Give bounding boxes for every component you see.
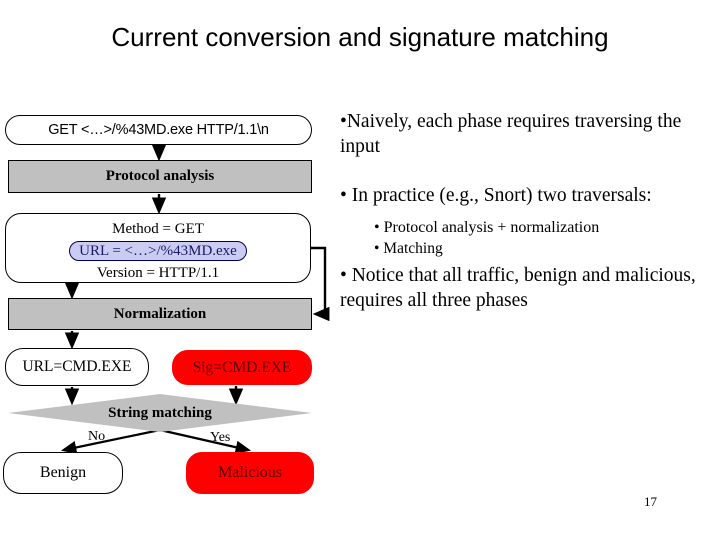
normalized-url-text: URL=CMD.EXE <box>22 358 132 376</box>
normalization-stage: Normalization <box>8 298 312 330</box>
notes-spacer-2 <box>340 209 714 218</box>
malicious-outcome-node: Malicious <box>186 452 314 494</box>
field-url-highlight: URL = <…>/%43MD.exe <box>69 240 247 261</box>
branch-label-yes: Yes <box>210 430 231 445</box>
http-request-text: GET <…>/%43MD.exe HTTP/1.1\n <box>48 121 269 138</box>
string-matching-decision: String matching <box>8 394 312 432</box>
benign-label: Benign <box>39 464 87 482</box>
note-sub-bullet-1: • Protocol analysis + normalization <box>374 218 600 236</box>
parsed-fields-node: Method = GET URL = <…>/%43MD.exe Version… <box>5 213 311 283</box>
notes-spacer-1 <box>340 160 714 184</box>
field-url-row: URL = <…>/%43MD.exe <box>6 240 310 263</box>
note-bullet-1: •Naively, each phase requires traversing… <box>340 111 682 157</box>
branch-label-no: No <box>88 429 106 444</box>
protocol-analysis-stage: Protocol analysis <box>8 160 312 193</box>
signature-text: Sig=CMD.EXE <box>192 358 292 376</box>
normalization-label: Normalization <box>113 305 207 322</box>
note-sub-bullet-2: • Matching <box>374 239 443 257</box>
note-bullet-3: • Notice that all traffic, benign and ma… <box>340 264 696 311</box>
http-request-node: GET <…>/%43MD.exe HTTP/1.1\n <box>5 115 312 145</box>
protocol-analysis-label: Protocol analysis <box>105 168 215 185</box>
note-bullet-2: • In practice (e.g., Snort) two traversa… <box>340 184 652 206</box>
arrow-yes-to-malicious <box>159 428 252 454</box>
string-matching-label: String matching <box>108 404 212 421</box>
page-number: 17 <box>644 494 657 509</box>
notes-column: •Naively, each phase requires traversing… <box>340 110 714 314</box>
benign-outcome-node: Benign <box>3 452 123 494</box>
field-method: Method = GET <box>112 221 204 237</box>
page-title: Current conversion and signature matchin… <box>111 22 609 52</box>
slide-canvas: Current conversion and signature matchin… <box>0 0 720 540</box>
arrow-no-to-benign <box>60 428 161 454</box>
malicious-label: Malicious <box>218 464 282 482</box>
normalized-url-node: URL=CMD.EXE <box>5 348 149 386</box>
signature-node: Sig=CMD.EXE <box>172 350 312 385</box>
field-version: Version = HTTP/1.1 <box>96 264 220 281</box>
